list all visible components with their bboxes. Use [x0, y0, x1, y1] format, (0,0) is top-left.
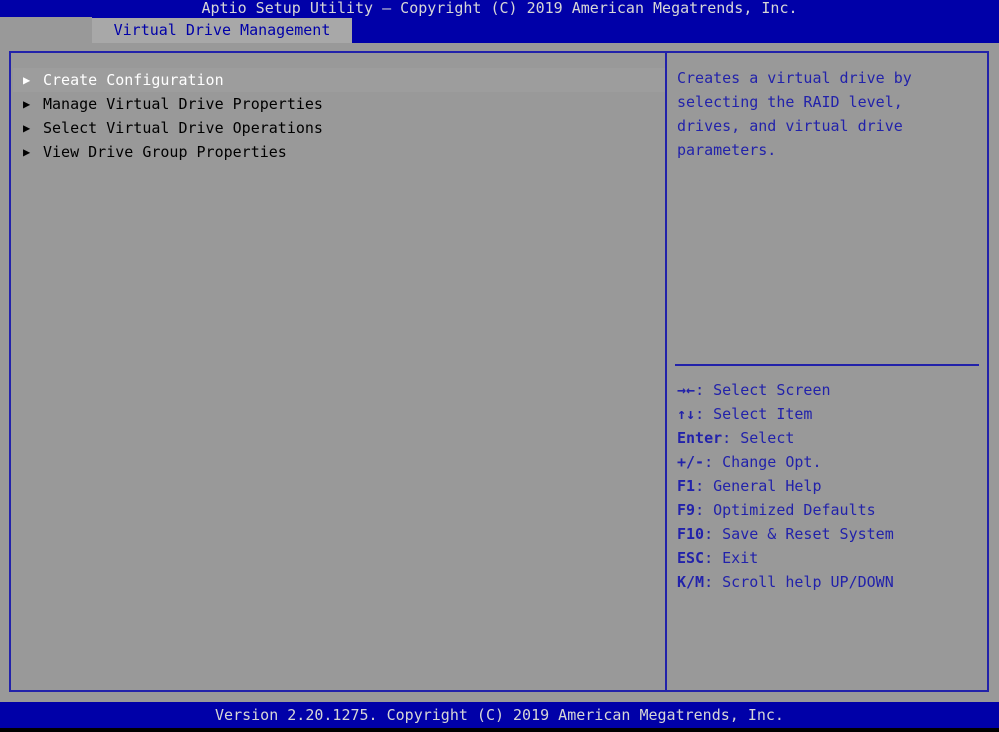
hotkey-row-3: +/-: Change Opt. [677, 450, 982, 474]
menu-item-0[interactable]: ▶ Create Configuration [13, 68, 665, 92]
hotkey-row-7: ESC: Exit [677, 546, 982, 570]
hotkey-action: : Exit [704, 549, 759, 567]
menu-item-1[interactable]: ▶ Manage Virtual Drive Properties [13, 92, 665, 116]
main-frame: ▶ Create Configuration ▶ Manage Virtual Dri… [9, 51, 989, 692]
hotkey-keys: ↑↓ [677, 405, 696, 423]
hotkey-legend: →←: Select Screen ↑↓: Select Item Enter: S… [677, 378, 982, 594]
submenu-arrow-icon: ▶ [23, 73, 31, 87]
hotkey-action: : Change Opt. [704, 453, 822, 471]
hotkey-action: : Select [722, 429, 795, 447]
hotkey-action: : General Help [695, 477, 822, 495]
hotkey-row-1: ↑↓: Select Item [677, 402, 982, 426]
hotkey-keys: Enter [677, 429, 723, 447]
hotkey-row-6: F10: Save & Reset System [677, 522, 982, 546]
hotkey-action: : Select Screen [695, 381, 831, 399]
menu-item-label: View Drive Group Properties [43, 143, 287, 161]
hotkey-keys: F9 [677, 501, 696, 519]
hotkey-keys: +/- [677, 453, 705, 471]
status-bar-version: Version 2.20.1275. Copyright (C) 2019 Am… [0, 702, 999, 728]
submenu-arrow-icon: ▶ [23, 97, 31, 111]
hotkey-action: : Save & Reset System [704, 525, 894, 543]
screen-bottom-edge [0, 728, 999, 732]
hotkey-keys: F1 [677, 477, 696, 495]
hotkey-action: : Optimized Defaults [695, 501, 876, 519]
submenu-arrow-icon: ▶ [23, 145, 31, 159]
hotkey-row-8: K/M: Scroll help UP/DOWN [677, 570, 982, 594]
hotkey-keys: K/M [677, 573, 705, 591]
hotkey-action: : Select Item [695, 405, 813, 423]
bios-setup-screen: Aptio Setup Utility – Copyright (C) 2019… [0, 0, 999, 732]
tab-strip-left-gutter [0, 17, 92, 43]
menu-item-label: Select Virtual Drive Operations [43, 119, 323, 137]
menu-item-2[interactable]: ▶ Select Virtual Drive Operations [13, 116, 665, 140]
tab-virtual-drive-management[interactable]: Virtual Drive Management [92, 18, 352, 43]
menu-item-label: Create Configuration [43, 71, 224, 89]
hotkey-row-0: →←: Select Screen [677, 378, 982, 402]
hotkey-keys: →← [677, 381, 696, 399]
page-title: Aptio Setup Utility – Copyright (C) 2019… [0, 0, 999, 17]
menu-item-label: Manage Virtual Drive Properties [43, 95, 323, 113]
help-separator [675, 364, 979, 366]
hotkey-keys: F10 [677, 525, 705, 543]
hotkey-row-4: F1: General Help [677, 474, 982, 498]
menu-pane: ▶ Create Configuration ▶ Manage Virtual Dri… [13, 55, 665, 692]
menu-item-3[interactable]: ▶ View Drive Group Properties [13, 140, 665, 164]
hotkey-keys: ESC [677, 549, 705, 567]
hotkey-action: : Scroll help UP/DOWN [704, 573, 894, 591]
help-pane: Creates a virtual drive by selecting the… [667, 55, 987, 692]
help-description: Creates a virtual drive by selecting the… [677, 69, 912, 159]
submenu-arrow-icon: ▶ [23, 121, 31, 135]
hotkey-row-5: F9: Optimized Defaults [677, 498, 982, 522]
hotkey-row-2: Enter: Select [677, 426, 982, 450]
menu-list: ▶ Create Configuration ▶ Manage Virtual Dri… [13, 68, 665, 164]
